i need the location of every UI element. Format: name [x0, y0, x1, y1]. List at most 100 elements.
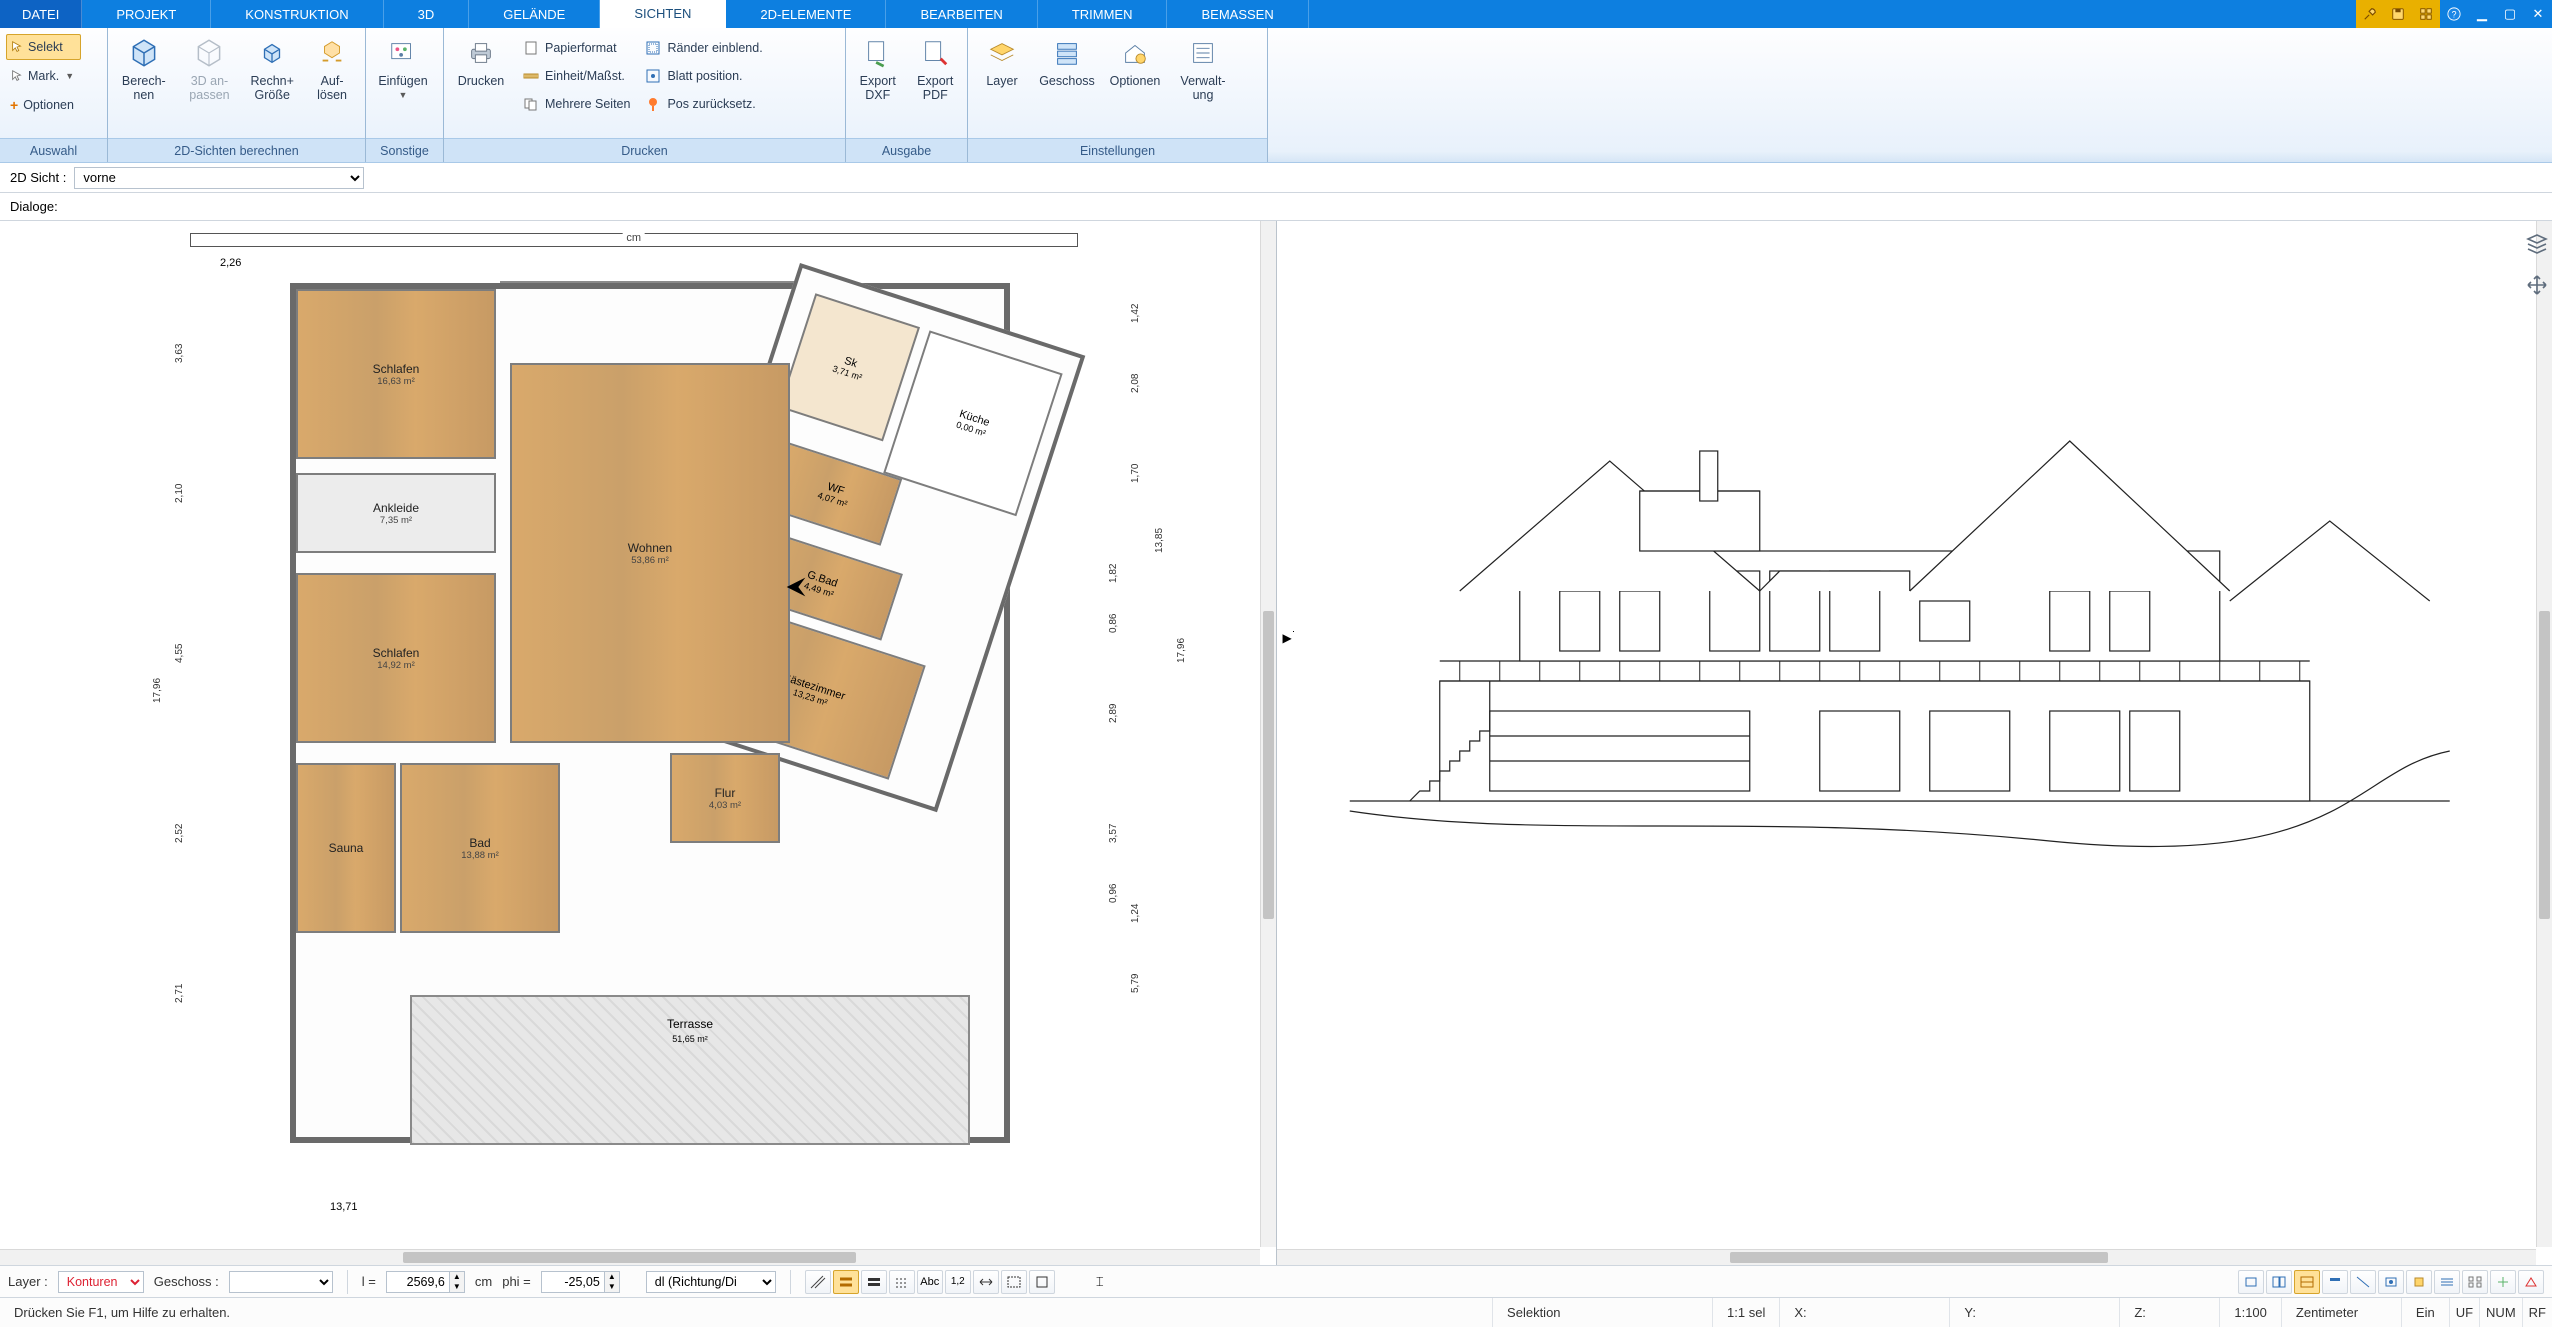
tab-projekt[interactable]: PROJEKT: [82, 0, 211, 28]
optionen-ribbon-button[interactable]: Optionen: [1104, 32, 1166, 88]
einheit-label: Einheit/Maßst.: [545, 69, 625, 83]
view-selector[interactable]: vorne: [74, 167, 364, 189]
text-button[interactable]: Abc: [917, 1270, 943, 1294]
layers-side-icon[interactable]: [2525, 231, 2549, 255]
dim-right-10: 1,24: [1130, 904, 1141, 923]
window-restore-icon[interactable]: ▢: [2496, 0, 2524, 28]
snap-9-button[interactable]: [2462, 1270, 2488, 1294]
anpassen-button[interactable]: 3D an- passen: [180, 32, 240, 103]
snap-4-button[interactable]: [2322, 1270, 2348, 1294]
group-label-sichten: 2D-Sichten berechnen: [108, 138, 365, 162]
snap-1-button[interactable]: [2238, 1270, 2264, 1294]
papierformat-button[interactable]: Papierformat: [518, 34, 634, 62]
snap-5-button[interactable]: [2350, 1270, 2376, 1294]
dim-right-2: 1,70: [1130, 464, 1141, 483]
elevation-hscroll[interactable]: [1277, 1249, 2537, 1265]
window-minimize-icon[interactable]: ▁: [2468, 0, 2496, 28]
hatch-diag-button[interactable]: [805, 1270, 831, 1294]
selekt-button[interactable]: Selekt: [6, 34, 81, 60]
geschoss-select[interactable]: [229, 1271, 333, 1293]
tools-icon[interactable]: [2356, 0, 2384, 28]
help-icon[interactable]: ?: [2440, 0, 2468, 28]
line-solid-button[interactable]: [833, 1270, 859, 1294]
floorplan-hscroll[interactable]: [0, 1249, 1260, 1265]
tab-gelaende[interactable]: GELÄNDE: [469, 0, 600, 28]
phi-spin-up[interactable]: ▲: [605, 1272, 619, 1282]
geschoss-button[interactable]: Geschoss: [1036, 32, 1098, 88]
export-dxf-button[interactable]: Export DXF: [852, 32, 904, 103]
layer-select[interactable]: Konturen: [58, 1271, 144, 1293]
window-close-icon[interactable]: ✕: [2524, 0, 2552, 28]
export-pdf-button[interactable]: Export PDF: [910, 32, 962, 103]
main-tabs: DATEI PROJEKT KONSTRUKTION 3D GELÄNDE SI…: [0, 0, 2552, 28]
line-dash-button[interactable]: [889, 1270, 915, 1294]
phi-input[interactable]: [541, 1271, 605, 1293]
verwaltung-button[interactable]: Verwalt- ung: [1172, 32, 1234, 103]
snap-2-button[interactable]: [2266, 1270, 2292, 1294]
floorplan-vscroll[interactable]: [1260, 221, 1276, 1247]
pane-elevation[interactable]: ▶: [1277, 221, 2552, 1265]
dl-select[interactable]: dl (Richtung/Di: [646, 1271, 776, 1293]
optionen-button[interactable]: + Optionen: [6, 92, 81, 118]
save-icon[interactable]: [2384, 0, 2412, 28]
tab-bearbeiten[interactable]: BEARBEITEN: [886, 0, 1037, 28]
optionen-label: Optionen: [23, 98, 74, 112]
snap-8-button[interactable]: [2434, 1270, 2460, 1294]
snap-3-button[interactable]: [2294, 1270, 2320, 1294]
snap-7-button[interactable]: [2406, 1270, 2432, 1294]
elevation-drawing: [1337, 341, 2463, 861]
phi-spinner[interactable]: ▲▼: [541, 1271, 620, 1293]
layer-button[interactable]: Layer: [974, 32, 1030, 88]
l-spin-down[interactable]: ▼: [450, 1282, 464, 1292]
square-button[interactable]: [1029, 1270, 1055, 1294]
elevation-vscroll[interactable]: [2536, 221, 2552, 1247]
einheit-button[interactable]: Einheit/Maßst.: [518, 62, 634, 90]
mehrere-seiten-button[interactable]: Mehrere Seiten: [518, 90, 634, 118]
snap-10-button[interactable]: [2490, 1270, 2516, 1294]
text-cursor-icon[interactable]: ⌶: [1093, 1270, 1107, 1294]
tab-konstruktion[interactable]: KONSTRUKTION: [211, 0, 383, 28]
phi-spin-down[interactable]: ▼: [605, 1282, 619, 1292]
grid-icon[interactable]: [2412, 0, 2440, 28]
cursor-icon: [10, 40, 24, 54]
tab-2d-elemente[interactable]: 2D-ELEMENTE: [726, 0, 886, 28]
floorplan-canvas[interactable]: cm 3,63 2,10 4,55 2,52 2,71 17,96 1,42 2…: [0, 221, 1258, 1247]
line-thick-button[interactable]: [861, 1270, 887, 1294]
arrow-dim-button[interactable]: [973, 1270, 999, 1294]
einfuegen-button[interactable]: Einfügen ▼: [372, 32, 434, 101]
mark-button[interactable]: Mark. ▼: [6, 63, 81, 89]
berechnen-button[interactable]: Berech- nen: [114, 32, 174, 103]
tab-sichten[interactable]: SICHTEN: [600, 0, 726, 28]
tab-trimmen[interactable]: TRIMMEN: [1038, 0, 1168, 28]
status-sel: 1:1 sel: [1713, 1298, 1780, 1327]
divider: [790, 1270, 791, 1294]
room-schlafen1: Schlafen16,63 m²: [296, 289, 496, 459]
raender-button[interactable]: Ränder einblend.: [640, 34, 766, 62]
aufloesen-button[interactable]: Auf- lösen: [305, 32, 359, 103]
page-frame-button[interactable]: [1001, 1270, 1027, 1294]
ruler-unit: cm: [622, 232, 645, 244]
dimension-button[interactable]: 1,2: [945, 1270, 971, 1294]
pane-floorplan[interactable]: cm 3,63 2,10 4,55 2,52 2,71 17,96 1,42 2…: [0, 221, 1277, 1265]
l-spinner[interactable]: ▲▼: [386, 1271, 465, 1293]
tab-bemassen[interactable]: BEMASSEN: [1167, 0, 1308, 28]
pos-reset-button[interactable]: Pos zurücksetz.: [640, 90, 766, 118]
l-spin-up[interactable]: ▲: [450, 1272, 464, 1282]
pos-reset-label: Pos zurücksetz.: [667, 97, 755, 111]
dim-left-total: 17,96: [152, 678, 163, 703]
drucken-button[interactable]: Drucken: [450, 32, 512, 88]
tab-3d[interactable]: 3D: [384, 0, 470, 28]
blatt-position-button[interactable]: Blatt position.: [640, 62, 766, 90]
rechn-groesse-button[interactable]: Rechn+ Größe: [245, 32, 299, 103]
snap-11-button[interactable]: [2518, 1270, 2544, 1294]
sauna-name: Sauna: [329, 841, 364, 855]
elevation-canvas[interactable]: ▶: [1277, 221, 2523, 1247]
terrace-bottom: Terrasse51,65 m²: [410, 995, 970, 1145]
optionen-ribbon-label: Optionen: [1110, 74, 1161, 88]
l-input[interactable]: [386, 1271, 450, 1293]
export-dxf-icon: [858, 34, 898, 72]
wohnen-name: Wohnen: [628, 541, 672, 555]
snap-6-button[interactable]: [2378, 1270, 2404, 1294]
tab-datei[interactable]: DATEI: [0, 0, 82, 28]
move-side-icon[interactable]: [2525, 273, 2549, 297]
